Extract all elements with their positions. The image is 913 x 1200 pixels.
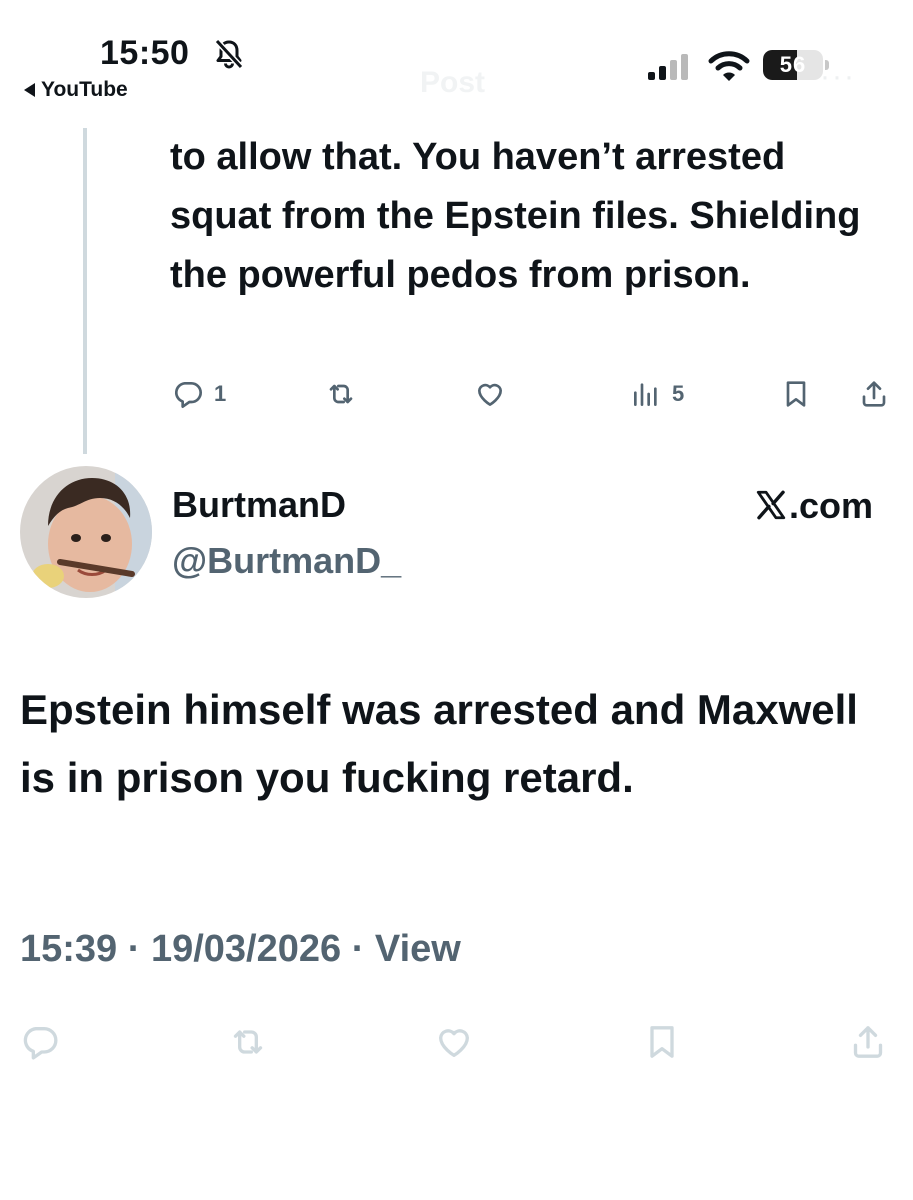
tweet-timestamp[interactable]: 15:39 · 19/03/2026 · View (20, 928, 461, 971)
parent-tweet-text: to allow that. You haven’t arrested squa… (170, 136, 861, 296)
share-icon (862, 381, 886, 407)
main-bookmark-button[interactable] (642, 1022, 682, 1062)
repost-icon (233, 1030, 263, 1054)
repost-icon (329, 384, 353, 404)
views-icon (634, 383, 657, 406)
nav-title: Post (420, 66, 486, 99)
avatar-photo (20, 466, 152, 598)
like-icon (439, 1029, 469, 1057)
reply-count: 1 (214, 381, 227, 406)
back-arrow-icon (24, 83, 35, 97)
reply-icon (23, 1027, 58, 1060)
bookmark-icon (650, 1026, 674, 1058)
x-com-watermark: .com (754, 484, 873, 527)
battery-level: 56 (779, 52, 807, 77)
battery-indicator: 56 (763, 50, 829, 80)
author-display-name[interactable]: BurtmanD (172, 484, 346, 526)
views-button[interactable]: 5 (630, 378, 684, 410)
wifi-icon (708, 51, 750, 81)
main-like-button[interactable] (434, 1022, 474, 1062)
share-button[interactable] (858, 378, 890, 410)
view-count: 5 (672, 381, 685, 406)
x-logo-icon (756, 490, 786, 520)
author-handle[interactable]: @BurtmanD_ (172, 540, 401, 582)
status-time: 15:50 (100, 34, 190, 72)
bell-muted-icon (214, 38, 244, 70)
bookmark-button[interactable] (780, 378, 812, 410)
back-app-label: YouTube (41, 78, 128, 101)
thread-connector-line (83, 128, 87, 454)
watermark-domain: .com (788, 485, 873, 526)
avatar[interactable] (20, 466, 152, 598)
like-button[interactable] (474, 378, 506, 410)
main-repost-button[interactable] (228, 1022, 268, 1062)
repost-button[interactable] (325, 378, 357, 410)
cellular-signal-icon (648, 54, 688, 80)
like-icon (478, 383, 502, 406)
main-reply-button[interactable] (20, 1022, 60, 1062)
main-share-button[interactable] (848, 1022, 888, 1062)
reply-button[interactable]: 1 (172, 378, 226, 410)
back-to-app-button[interactable]: YouTube (24, 78, 128, 102)
bookmark-icon (786, 381, 806, 407)
reply-icon (175, 382, 202, 408)
main-tweet-text: Epstein himself was arrested and Maxwell… (20, 686, 858, 801)
share-icon (853, 1026, 883, 1058)
